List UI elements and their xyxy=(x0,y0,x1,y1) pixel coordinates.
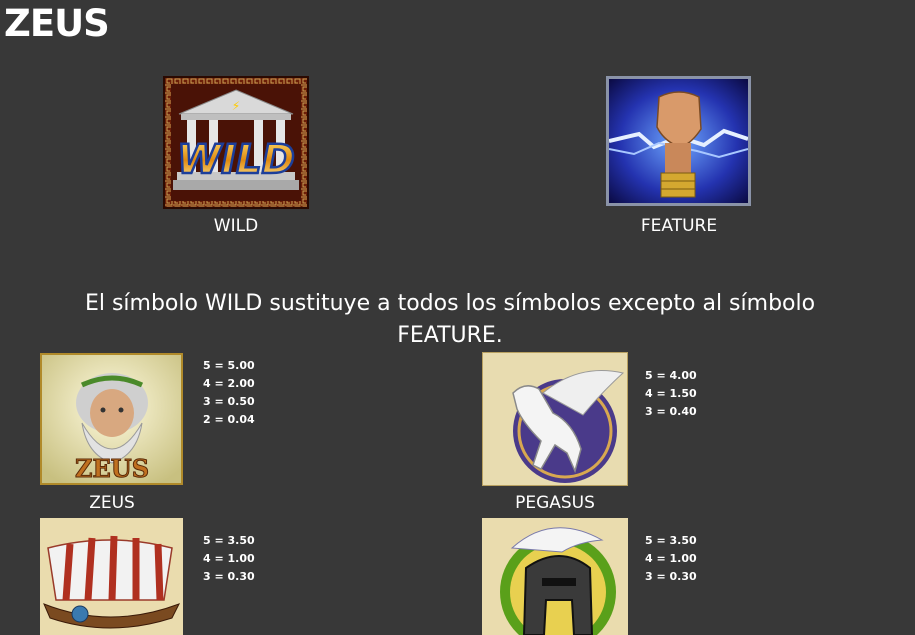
pay-4: 4 = 2.00 xyxy=(203,377,255,390)
pay-3: 3 = 0.50 xyxy=(203,395,255,408)
zeus-paytable: 5 = 5.00 4 = 2.00 3 = 0.50 2 = 0.04 xyxy=(203,357,255,429)
pegasus-paytable: 5 = 4.00 4 = 1.50 3 = 0.40 xyxy=(645,367,697,421)
pay-3: 3 = 0.40 xyxy=(645,405,697,418)
zeus-portrait-icon: ZEUS xyxy=(40,353,183,485)
pay-5: 5 = 4.00 xyxy=(645,369,697,382)
pegasus-icon xyxy=(482,352,628,486)
pay-3: 3 = 0.30 xyxy=(203,570,255,583)
svg-text:WILD: WILD xyxy=(177,137,295,183)
wild-label: WILD xyxy=(213,216,259,236)
spartan-helmet-icon xyxy=(482,518,628,635)
svg-text:⚡: ⚡ xyxy=(232,99,240,113)
game-title: ZEUS xyxy=(4,2,110,45)
pegasus-label: PEGASUS xyxy=(515,493,595,513)
pay-5: 5 = 3.50 xyxy=(203,534,255,547)
pay-5: 5 = 5.00 xyxy=(203,359,255,372)
pay-4: 4 = 1.00 xyxy=(645,552,697,565)
greek-ship-icon xyxy=(40,518,183,635)
pay-4: 4 = 1.00 xyxy=(203,552,255,565)
lightning-fist-icon xyxy=(606,76,751,206)
pay-2: 2 = 0.04 xyxy=(203,413,255,426)
zeus-label: ZEUS xyxy=(89,493,135,513)
feature-label: FEATURE xyxy=(640,216,718,236)
pay-5: 5 = 3.50 xyxy=(645,534,697,547)
svg-text:ZEUS: ZEUS xyxy=(75,454,149,483)
ship-paytable: 5 = 3.50 4 = 1.00 3 = 0.30 xyxy=(203,532,255,586)
pay-3: 3 = 0.30 xyxy=(645,570,697,583)
temple-wild-icon: ⚡ WILD xyxy=(163,76,309,209)
pay-4: 4 = 1.50 xyxy=(645,387,697,400)
paytable-page: ZEUS ⚡ WILD WILD FEATURE El símbolo WILD… xyxy=(0,0,915,635)
helmet-paytable: 5 = 3.50 4 = 1.00 3 = 0.30 xyxy=(645,532,697,586)
wild-rule-description: El símbolo WILD sustituye a todos los sí… xyxy=(84,291,816,348)
